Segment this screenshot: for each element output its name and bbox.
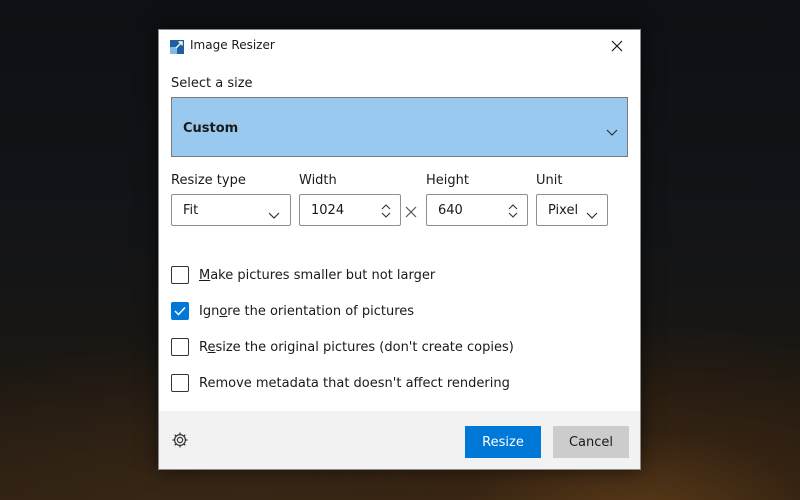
height-value: 640	[438, 203, 463, 218]
resize-type-dropdown[interactable]: Fit	[171, 194, 291, 226]
unit-label: Unit	[536, 173, 563, 188]
select-size-label: Select a size	[171, 76, 253, 91]
resize-type-value: Fit	[183, 203, 199, 218]
checkbox[interactable]	[171, 302, 189, 320]
size-dropdown[interactable]: Custom	[171, 97, 628, 157]
option-label: Remove metadata that doesn't affect rend…	[199, 375, 510, 391]
close-icon	[611, 37, 623, 56]
up-down-spinner-icon[interactable]	[381, 203, 391, 222]
chevron-down-icon	[586, 205, 598, 224]
option-resize-original[interactable]: Resize the original pictures (don't crea…	[171, 337, 514, 357]
option-label: Resize the original pictures (don't crea…	[199, 339, 514, 355]
resize-type-label: Resize type	[171, 173, 246, 188]
unit-value: Pixel	[548, 203, 579, 218]
option-ignore-orientation[interactable]: Ignore the orientation of pictures	[171, 301, 414, 321]
checkmark-icon	[174, 306, 186, 316]
width-input[interactable]: 1024	[299, 194, 401, 226]
height-label: Height	[426, 173, 469, 188]
up-down-spinner-icon[interactable]	[508, 203, 518, 222]
height-input[interactable]: 640	[426, 194, 528, 226]
resize-button[interactable]: Resize	[465, 426, 541, 458]
close-button[interactable]	[602, 34, 632, 58]
option-label: Ignore the orientation of pictures	[199, 303, 415, 319]
dialog-footer: Resize Cancel	[159, 411, 640, 469]
unit-dropdown[interactable]: Pixel	[536, 194, 608, 226]
size-dropdown-value: Custom	[183, 121, 239, 136]
image-resizer-dialog: Image Resizer Select a size Custom Resiz…	[158, 29, 641, 470]
option-label: Make pictures smaller but not larger	[199, 267, 436, 283]
checkbox[interactable]	[171, 374, 189, 392]
chevron-down-icon	[606, 122, 618, 141]
chevron-down-icon	[268, 205, 280, 224]
cancel-button[interactable]: Cancel	[553, 426, 629, 458]
width-value: 1024	[311, 203, 345, 218]
option-remove-metadata[interactable]: Remove metadata that doesn't affect rend…	[171, 373, 510, 393]
checkbox[interactable]	[171, 338, 189, 356]
image-resizer-icon	[170, 39, 184, 54]
multiply-icon	[405, 203, 417, 222]
width-label: Width	[299, 173, 337, 188]
gear-icon[interactable]	[171, 431, 189, 449]
title-bar[interactable]: Image Resizer	[159, 30, 640, 62]
window-title: Image Resizer	[190, 38, 275, 52]
option-smaller-not-larger[interactable]: Make pictures smaller but not larger	[171, 265, 435, 285]
checkbox[interactable]	[171, 266, 189, 284]
